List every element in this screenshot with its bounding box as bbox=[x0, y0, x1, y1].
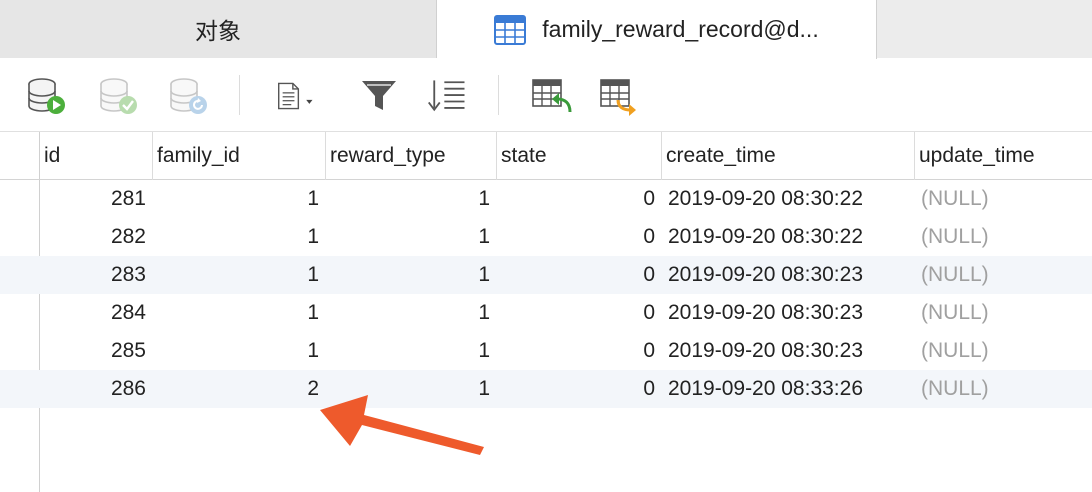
db-run-icon bbox=[28, 78, 65, 114]
cell-update-time[interactable]: (NULL) bbox=[915, 256, 1092, 294]
toolbar-separator bbox=[239, 75, 240, 115]
table-row[interactable]: 282 1 1 0 2019-09-20 08:30:22 (NULL) bbox=[0, 218, 1092, 256]
tab-objects-label: 对象 bbox=[195, 18, 241, 44]
cell-state[interactable]: 0 bbox=[497, 294, 662, 332]
import-table-button[interactable] bbox=[530, 76, 574, 116]
cell-family-id[interactable]: 1 bbox=[153, 294, 326, 332]
db-refresh-icon bbox=[170, 78, 207, 114]
cell-update-time[interactable]: (NULL) bbox=[915, 218, 1092, 256]
sort-button[interactable] bbox=[426, 76, 470, 116]
column-header-state[interactable]: state bbox=[497, 132, 662, 180]
column-header-reward-type[interactable]: reward_type bbox=[326, 132, 497, 180]
cell-family-id[interactable]: 1 bbox=[153, 218, 326, 256]
tab-bar: 对象 family_reward_record@d... bbox=[0, 0, 1092, 59]
cell-id[interactable]: 286 bbox=[40, 370, 153, 408]
export-table-button[interactable] bbox=[598, 76, 642, 116]
table-icon bbox=[494, 14, 527, 45]
db-refresh-button[interactable] bbox=[166, 76, 210, 116]
cell-create-time[interactable]: 2019-09-20 08:33:26 bbox=[662, 370, 915, 408]
grid-header: id family_id reward_type state create_ti… bbox=[40, 132, 1092, 180]
cell-family-id[interactable]: 1 bbox=[153, 256, 326, 294]
cell-create-time[interactable]: 2019-09-20 08:30:22 bbox=[662, 218, 915, 256]
filter-button[interactable] bbox=[358, 76, 402, 116]
column-header-id[interactable]: id bbox=[40, 132, 153, 180]
filter-icon bbox=[362, 81, 396, 110]
cell-update-time[interactable]: (NULL) bbox=[915, 370, 1092, 408]
import-table-icon bbox=[532, 79, 572, 113]
sort-icon bbox=[428, 80, 465, 112]
cell-id[interactable]: 281 bbox=[40, 180, 153, 218]
cell-state[interactable]: 0 bbox=[497, 256, 662, 294]
tab-objects[interactable]: 对象 bbox=[0, 0, 437, 58]
table-row[interactable]: 283 1 1 0 2019-09-20 08:30:23 (NULL) bbox=[0, 256, 1092, 294]
tab-bar-empty bbox=[877, 0, 1092, 58]
cell-reward-type[interactable]: 1 bbox=[326, 294, 497, 332]
table-row[interactable]: 281 1 1 0 2019-09-20 08:30:22 (NULL) bbox=[0, 180, 1092, 218]
cell-create-time[interactable]: 2019-09-20 08:30:23 bbox=[662, 332, 915, 370]
cell-state[interactable]: 0 bbox=[497, 332, 662, 370]
column-header-family-id[interactable]: family_id bbox=[153, 132, 326, 180]
column-header-update-time[interactable]: update_time bbox=[915, 132, 1092, 180]
cell-update-time[interactable]: (NULL) bbox=[915, 294, 1092, 332]
tab-family-reward-record[interactable]: family_reward_record@d... bbox=[437, 0, 877, 59]
cell-family-id[interactable]: 2 bbox=[153, 370, 326, 408]
cell-reward-type[interactable]: 1 bbox=[326, 218, 497, 256]
cell-state[interactable]: 0 bbox=[497, 370, 662, 408]
cell-reward-type[interactable]: 1 bbox=[326, 332, 497, 370]
data-grid: id family_id reward_type state create_ti… bbox=[0, 132, 1092, 492]
cell-id[interactable]: 284 bbox=[40, 294, 153, 332]
toolbar-separator bbox=[498, 75, 499, 115]
cell-reward-type[interactable]: 1 bbox=[326, 370, 497, 408]
cell-reward-type[interactable]: 1 bbox=[326, 256, 497, 294]
cell-state[interactable]: 0 bbox=[497, 218, 662, 256]
toolbar bbox=[0, 59, 1092, 132]
cell-family-id[interactable]: 1 bbox=[153, 180, 326, 218]
cell-id[interactable]: 283 bbox=[40, 256, 153, 294]
db-run-button[interactable] bbox=[24, 76, 68, 116]
column-header-create-time[interactable]: create_time bbox=[662, 132, 915, 180]
document-menu-icon bbox=[278, 82, 313, 110]
cell-create-time[interactable]: 2019-09-20 08:30:23 bbox=[662, 256, 915, 294]
cell-reward-type[interactable]: 1 bbox=[326, 180, 497, 218]
cell-create-time[interactable]: 2019-09-20 08:30:22 bbox=[662, 180, 915, 218]
cell-update-time[interactable]: (NULL) bbox=[915, 180, 1092, 218]
cell-family-id[interactable]: 1 bbox=[153, 332, 326, 370]
gutter-header bbox=[0, 132, 40, 180]
table-row[interactable]: 286 2 1 0 2019-09-20 08:33:26 (NULL) bbox=[0, 370, 1092, 408]
table-row[interactable]: 285 1 1 0 2019-09-20 08:30:23 (NULL) bbox=[0, 332, 1092, 370]
cell-id[interactable]: 285 bbox=[40, 332, 153, 370]
document-menu-button[interactable] bbox=[274, 76, 318, 116]
cell-create-time[interactable]: 2019-09-20 08:30:23 bbox=[662, 294, 915, 332]
export-table-icon bbox=[600, 79, 636, 116]
db-commit-button[interactable] bbox=[96, 76, 140, 116]
db-commit-icon bbox=[100, 78, 137, 114]
cell-update-time[interactable]: (NULL) bbox=[915, 332, 1092, 370]
table-row[interactable]: 284 1 1 0 2019-09-20 08:30:23 (NULL) bbox=[0, 294, 1092, 332]
cell-state[interactable]: 0 bbox=[497, 180, 662, 218]
cell-id[interactable]: 282 bbox=[40, 218, 153, 256]
tab-family-reward-record-label: family_reward_record@d... bbox=[542, 16, 819, 42]
